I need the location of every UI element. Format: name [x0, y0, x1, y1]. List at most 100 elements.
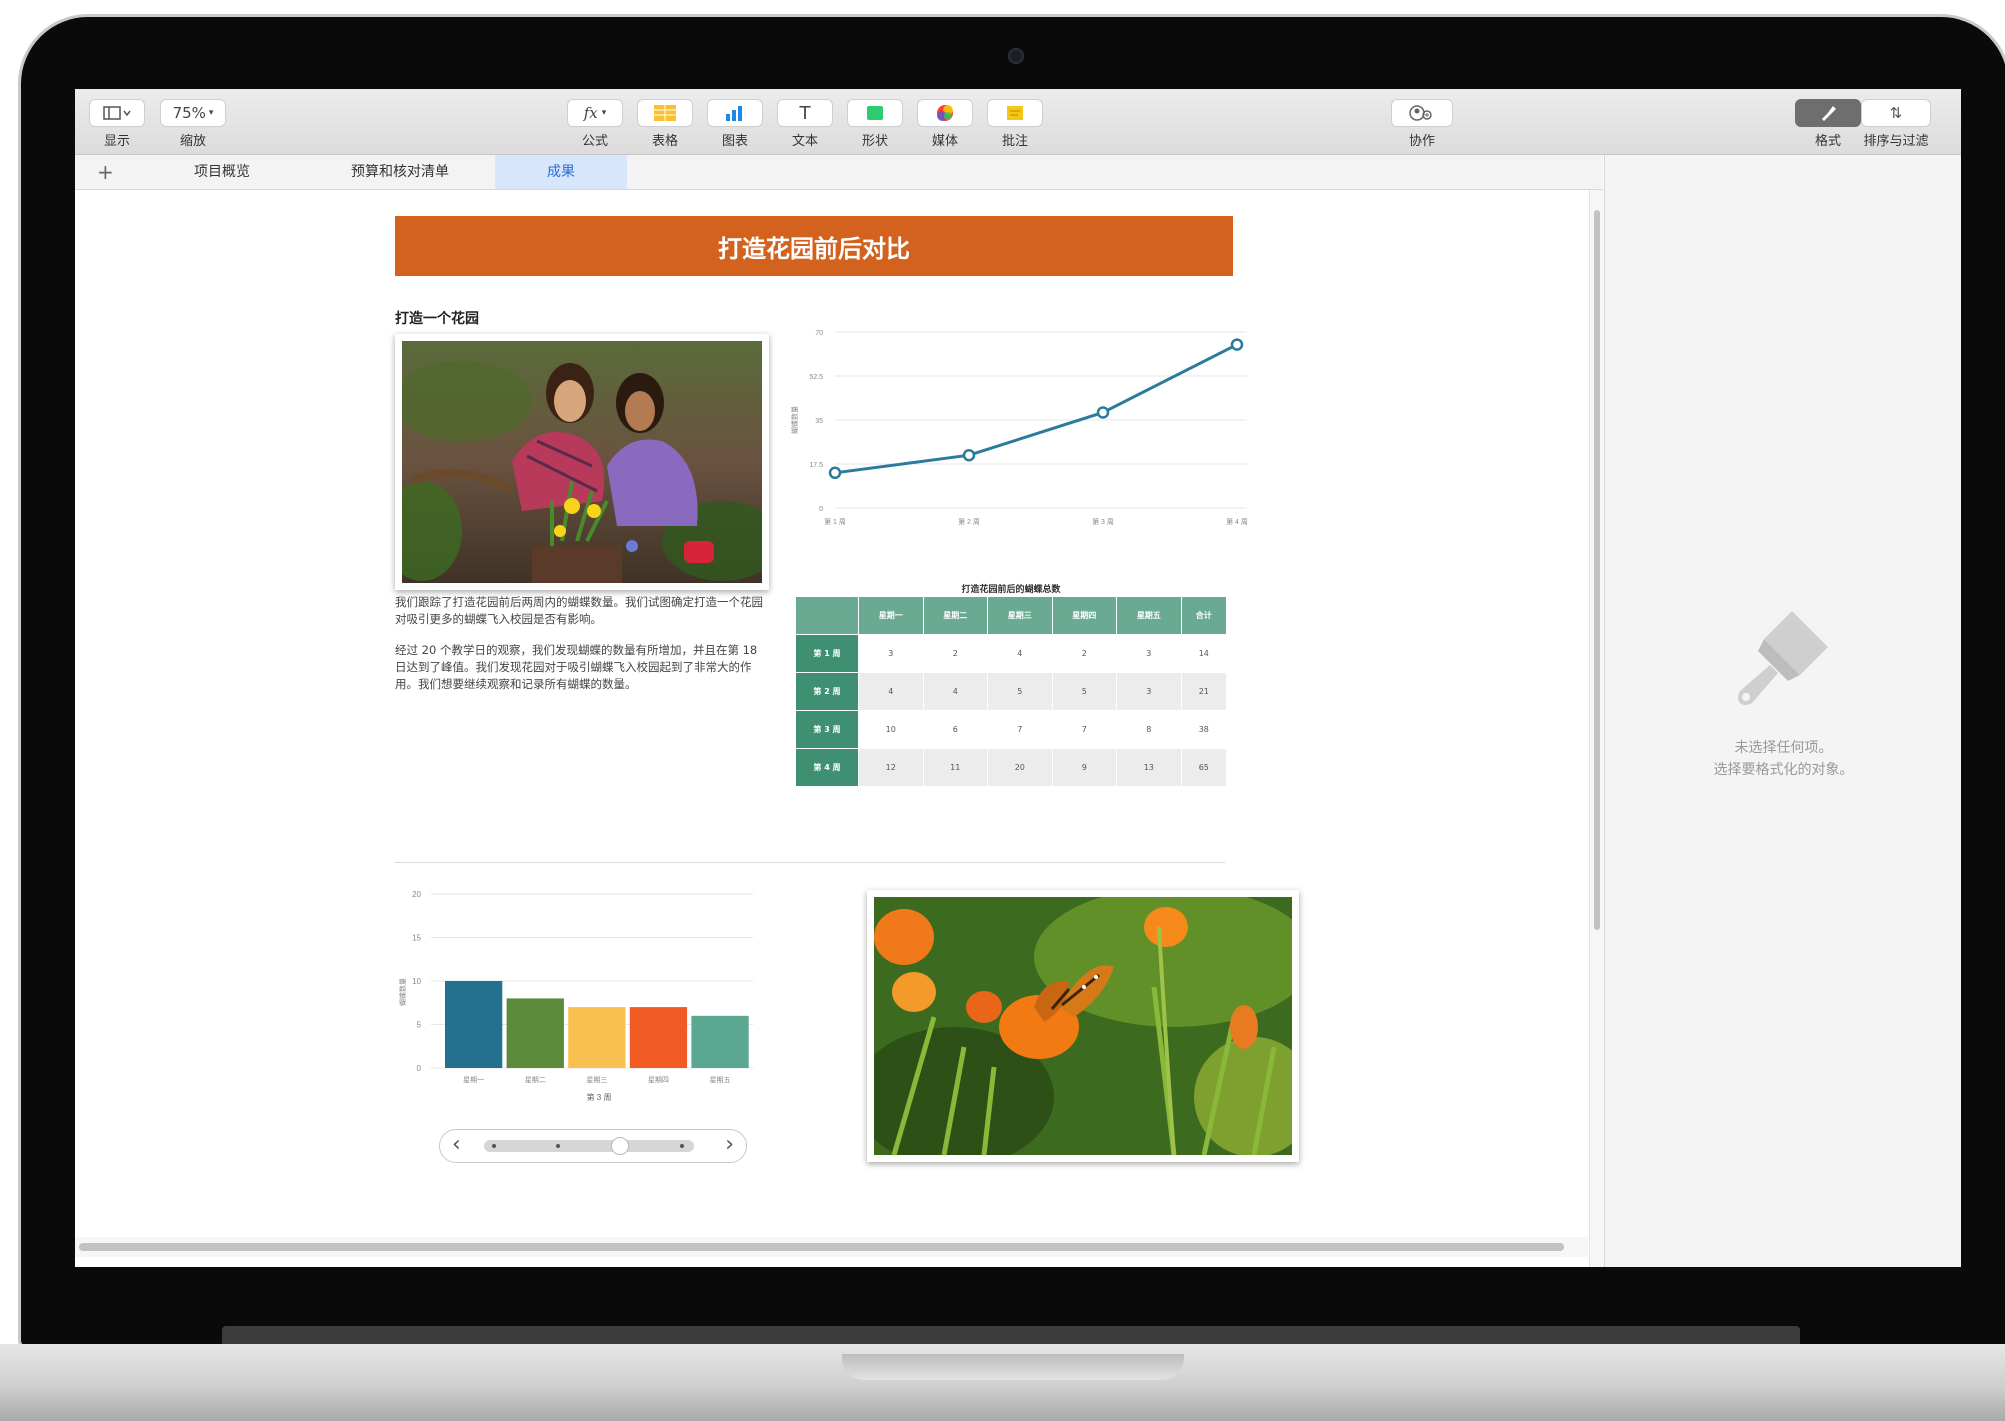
app-window: 显示 75% ▾ 缩放 fx ▾ 公式 表格 图表 T 文本 形状 媒体 批注 … — [75, 89, 1961, 1267]
pager-track[interactable] — [484, 1137, 694, 1155]
x-tick-label: 星期四 — [648, 1076, 669, 1084]
table-cell[interactable]: 5 — [987, 672, 1053, 711]
no-selection-message: 未选择任何项。 选择要格式化的对象。 — [1605, 737, 1961, 781]
table-cell[interactable]: 8 — [1116, 710, 1182, 749]
table-cell[interactable]: 10 — [858, 710, 924, 749]
x-tick-label: 星期五 — [710, 1076, 731, 1084]
table-cell[interactable]: 13 — [1116, 748, 1182, 787]
formula-button[interactable]: fx ▾ — [567, 99, 623, 127]
collaborate-button[interactable] — [1391, 99, 1453, 127]
page-dot[interactable] — [680, 1144, 684, 1148]
page-dot-active[interactable] — [611, 1137, 629, 1155]
table-header-cell[interactable]: 星期二 — [922, 596, 989, 635]
butterfly-photo[interactable] — [867, 890, 1299, 1162]
table-cell[interactable]: 7 — [1051, 710, 1118, 749]
chart-button[interactable] — [707, 99, 763, 127]
horizontal-scroll-thumb[interactable] — [79, 1243, 1564, 1251]
y-tick-label: 52.5 — [809, 374, 823, 381]
document-canvas[interactable]: 打造花园前后对比 打造一个花园 0 17.5 35 52.5 70 蝴蝶数量 第… — [75, 190, 1588, 1267]
add-sheet-icon[interactable]: + — [97, 155, 114, 189]
collaborate-tool[interactable]: 协作 — [1391, 99, 1453, 149]
table-cell[interactable]: 2 — [1051, 634, 1118, 673]
table-header-cell[interactable] — [795, 596, 859, 635]
zoom-button[interactable]: 75% ▾ — [160, 99, 226, 127]
media-button[interactable] — [917, 99, 973, 127]
table-row[interactable]: 第 1 周 3 2 4 2 3 14 — [795, 634, 1228, 673]
sort-filter-tool[interactable]: ⇅ 排序与过滤 — [1861, 99, 1931, 149]
text-tool[interactable]: T 文本 — [777, 99, 833, 149]
horizontal-scrollbar[interactable] — [75, 1237, 1588, 1257]
table-cell[interactable]: 65 — [1180, 748, 1228, 787]
shape-tool[interactable]: 形状 — [847, 99, 903, 149]
no-selection-line1: 未选择任何项。 — [1734, 740, 1833, 756]
table-cell[interactable]: 3 — [1116, 672, 1182, 711]
page-dot[interactable] — [492, 1144, 496, 1148]
data-point — [1230, 338, 1244, 351]
sidebar-icon[interactable] — [89, 99, 145, 127]
table-row[interactable]: 第 2 周 4 4 5 5 3 21 — [795, 672, 1228, 711]
table-row-header[interactable]: 第 4 周 — [795, 748, 859, 787]
table-header-cell[interactable]: 星期四 — [1051, 596, 1118, 635]
table-cell[interactable]: 3 — [1116, 634, 1182, 673]
formula-tool[interactable]: fx ▾ 公式 — [567, 99, 623, 149]
table-cell[interactable]: 38 — [1180, 710, 1228, 749]
table-row[interactable]: 第 3 周 10 6 7 7 8 38 — [795, 710, 1228, 749]
table-cell[interactable]: 4 — [858, 672, 924, 711]
comment-tool[interactable]: 批注 — [987, 99, 1043, 149]
table-cell[interactable]: 9 — [1051, 748, 1118, 787]
tab-budget-checklist[interactable]: 预算和核对清单 — [315, 155, 485, 189]
garden-photo[interactable] — [395, 334, 769, 590]
chevron-left-icon[interactable]: ‹ — [452, 1132, 461, 1157]
zoom-menu[interactable]: 75% ▾ 缩放 — [160, 99, 226, 149]
text-button[interactable]: T — [777, 99, 833, 127]
table-cell[interactable]: 6 — [922, 710, 989, 749]
comment-button[interactable] — [987, 99, 1043, 127]
shape-button[interactable] — [847, 99, 903, 127]
table-cell[interactable]: 5 — [1051, 672, 1118, 711]
comment-icon — [1007, 106, 1023, 120]
table-button[interactable] — [637, 99, 693, 127]
table-cell[interactable]: 4 — [922, 672, 989, 711]
chart-pager[interactable]: ‹ › — [439, 1129, 747, 1163]
section-heading: 打造一个花园 — [395, 311, 479, 327]
format-button[interactable] — [1795, 99, 1861, 127]
chevron-right-icon[interactable]: › — [725, 1132, 734, 1157]
butterfly-table[interactable]: 打造花园前后的蝴蝶总数 星期一 星期二 星期三 星期四 星期五 合计 第 1 周32423… — [795, 582, 1228, 787]
bar-chart[interactable]: 0 5 10 15 20 蝴蝶数量星期一 星期二 星期三 星期四 星期五第 3 周 — [395, 882, 765, 1112]
chart-tool[interactable]: 图表 — [707, 99, 763, 149]
table-cell[interactable]: 21 — [1180, 672, 1228, 711]
table-cell[interactable]: 4 — [987, 634, 1053, 673]
data-point — [1096, 406, 1110, 419]
y-tick-label: 17.5 — [809, 462, 823, 469]
vertical-scroll-thumb[interactable] — [1594, 210, 1600, 930]
vertical-scrollbar[interactable] — [1589, 190, 1604, 1267]
bar — [445, 981, 503, 1068]
table-cell[interactable]: 7 — [987, 710, 1053, 749]
media-tool[interactable]: 媒体 — [917, 99, 973, 149]
table-header-cell[interactable]: 星期五 — [1116, 596, 1182, 635]
table-cell[interactable]: 12 — [858, 748, 924, 787]
view-menu[interactable]: 显示 — [89, 99, 145, 149]
line-chart[interactable]: 0 17.5 35 52.5 70 蝴蝶数量第 1 周 第 2 周 第 3 周 第 4 周 — [785, 320, 1255, 550]
table-header-cell[interactable]: 合计 — [1180, 596, 1228, 635]
table-icon — [654, 105, 676, 121]
tab-project-overview[interactable]: 项目概览 — [155, 155, 289, 189]
table-row-header[interactable]: 第 1 周 — [795, 634, 859, 673]
table-row-header[interactable]: 第 3 周 — [795, 710, 859, 749]
page-dot[interactable] — [556, 1144, 560, 1148]
table-tool[interactable]: 表格 — [637, 99, 693, 149]
table-header-cell[interactable]: 星期一 — [858, 596, 924, 635]
table-cell[interactable]: 2 — [922, 634, 989, 673]
table-row[interactable]: 第 4 周 12 11 20 9 13 65 — [795, 748, 1228, 787]
table-cell[interactable]: 11 — [922, 748, 989, 787]
table-row-header[interactable]: 第 2 周 — [795, 672, 859, 711]
sort-filter-button[interactable]: ⇅ — [1861, 99, 1931, 127]
format-tool[interactable]: 格式 — [1795, 99, 1861, 149]
table-cell[interactable]: 3 — [858, 634, 924, 673]
table-cell[interactable]: 14 — [1180, 634, 1228, 673]
table-header-cell[interactable]: 星期三 — [987, 596, 1053, 635]
tab-results[interactable]: 成果 — [495, 155, 627, 189]
section-divider — [395, 862, 1225, 863]
y-tick-label: 70 — [815, 330, 823, 337]
table-cell[interactable]: 20 — [987, 748, 1053, 787]
